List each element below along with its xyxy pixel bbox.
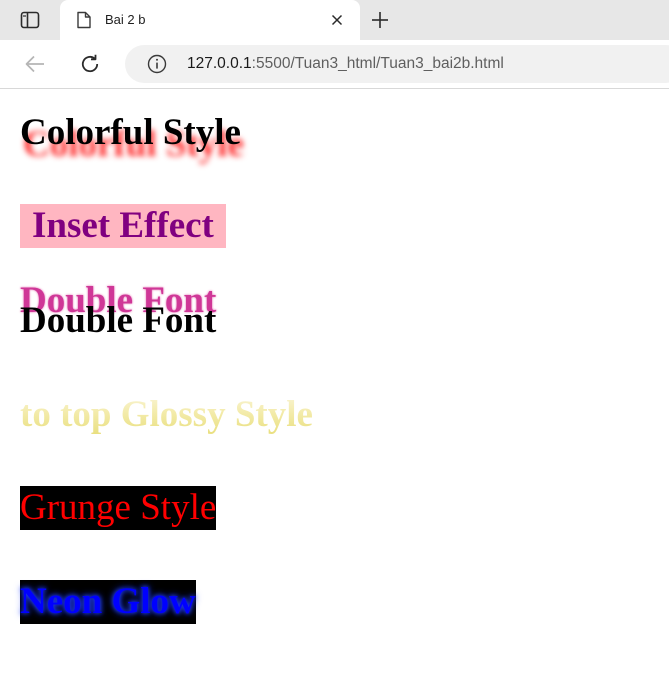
close-icon[interactable] — [328, 11, 346, 29]
colorful-style-heading: Colorful Style — [20, 112, 241, 153]
reload-icon[interactable] — [77, 52, 103, 76]
url-path: :5500/Tuan3_html/Tuan3_bai2b.html — [251, 55, 504, 72]
active-tab[interactable]: Bai 2 b — [60, 0, 360, 40]
url-host: 127.0.0.1 — [187, 55, 252, 72]
double-font-front-text: Double Font — [20, 300, 217, 341]
inset-effect-heading: Inset Effect — [20, 204, 226, 248]
grunge-style-heading: Grunge Style — [20, 486, 217, 530]
page-content: Colorful Style Inset Effect Double Font … — [0, 89, 669, 691]
tab-strip: Bai 2 b — [0, 0, 669, 40]
file-icon — [76, 11, 92, 29]
plus-icon[interactable] — [368, 9, 392, 31]
double-font-group: Double Font Double Font — [20, 279, 320, 349]
address-bar[interactable]: 127.0.0.1:5500/Tuan3_html/Tuan3_bai2b.ht… — [125, 45, 669, 83]
glossy-style-heading: to top Glossy Style — [20, 394, 313, 435]
url-text: 127.0.0.1:5500/Tuan3_html/Tuan3_bai2b.ht… — [187, 55, 504, 73]
info-icon[interactable] — [147, 54, 167, 74]
neon-glow-heading: Neon Glow — [20, 580, 196, 624]
sidebar-toggle-icon[interactable] — [16, 10, 44, 30]
tab-title: Bai 2 b — [105, 12, 146, 27]
back-arrow-icon[interactable] — [22, 52, 48, 76]
navigation-bar: 127.0.0.1:5500/Tuan3_html/Tuan3_bai2b.ht… — [0, 40, 669, 89]
